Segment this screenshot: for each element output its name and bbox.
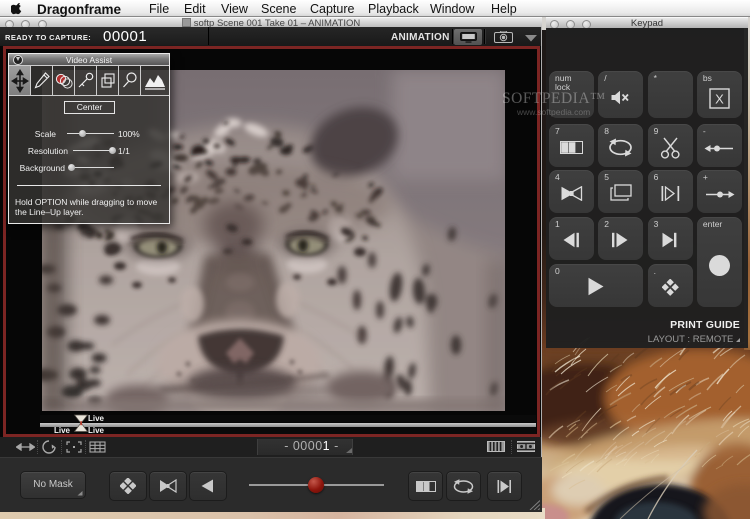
svg-text:X: X — [715, 92, 724, 107]
